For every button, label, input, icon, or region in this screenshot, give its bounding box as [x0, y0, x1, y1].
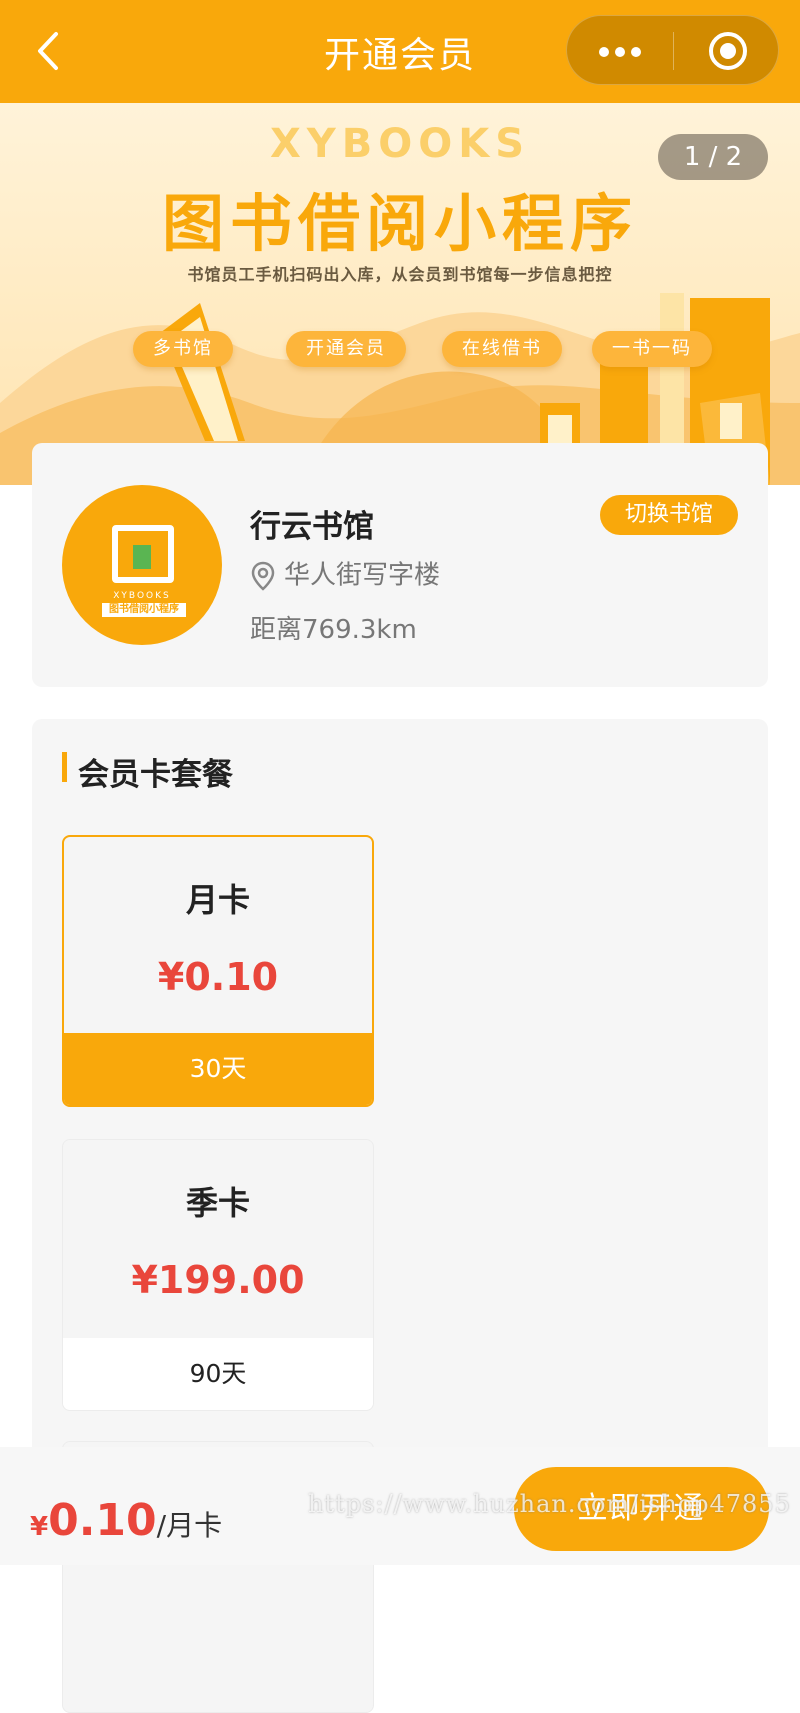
plan-duration: 90天	[63, 1338, 373, 1410]
library-address-text: 华人街写字楼	[284, 560, 441, 591]
library-card: XYBOOKS 图书借阅小程序 行云书馆 切换书馆 华人街写字楼 距离769.3…	[32, 443, 768, 687]
nav-bar: 开通会员	[0, 0, 800, 103]
banner-page-indicator: 1 / 2	[658, 134, 768, 180]
banner-tag: 多书馆	[133, 331, 233, 367]
plan-price: ¥0.10	[157, 955, 279, 999]
switch-library-button[interactable]: 切换书馆	[600, 495, 738, 535]
membership-plans-section: 会员卡套餐 月卡 ¥0.10 30天 季卡 ¥199.00 90天	[32, 719, 768, 1713]
library-address: 华人街写字楼	[250, 557, 440, 593]
logo-plate-text: 图书借阅小程序	[102, 603, 186, 617]
section-accent-bar	[62, 752, 67, 782]
capsule-divider	[673, 32, 674, 70]
banner-tag: 开通会员	[286, 331, 406, 367]
currency-symbol: ¥	[30, 1512, 49, 1542]
banner-title: 图书借阅小程序	[161, 187, 638, 260]
promo-banner[interactable]: XYBOOKS 图书借阅小程序 书馆员工手机扫码出入库，从会员到书馆每一步信息把…	[0, 103, 800, 485]
library-distance: 距离769.3km	[250, 615, 417, 645]
logo-brand-text: XYBOOKS	[113, 591, 171, 601]
banner-tag: 在线借书	[442, 331, 562, 367]
library-name: 行云书馆	[250, 509, 374, 545]
price-amount: 0.10	[48, 1495, 157, 1546]
green-book-icon	[133, 545, 151, 569]
mini-program-capsule	[566, 15, 779, 85]
price-unit: /月卡	[156, 1509, 223, 1542]
plan-card-quarterly[interactable]: 季卡 ¥199.00 90天	[62, 1139, 374, 1411]
activate-now-button[interactable]: 立即开通	[514, 1467, 769, 1551]
plan-card-monthly[interactable]: 月卡 ¥0.10 30天	[62, 835, 374, 1107]
section-title: 会员卡套餐	[78, 757, 233, 793]
more-dots-icon[interactable]	[567, 16, 673, 86]
location-pin-icon	[251, 561, 275, 591]
capsule-close-icon[interactable]	[709, 32, 747, 70]
bottom-checkout-bar: ¥0.10/月卡 立即开通	[0, 1447, 800, 1565]
plan-name: 季卡	[185, 1184, 250, 1222]
banner-subtitle: 书馆员工手机扫码出入库，从会员到书馆每一步信息把控	[187, 265, 613, 284]
plan-price: ¥199.00	[131, 1258, 305, 1302]
plan-name: 月卡	[185, 881, 250, 919]
library-logo: XYBOOKS 图书借阅小程序	[62, 485, 222, 645]
total-price: ¥0.10/月卡	[30, 1495, 222, 1546]
banner-tag: 一书一码	[592, 331, 712, 367]
plan-duration: 30天	[64, 1033, 372, 1105]
